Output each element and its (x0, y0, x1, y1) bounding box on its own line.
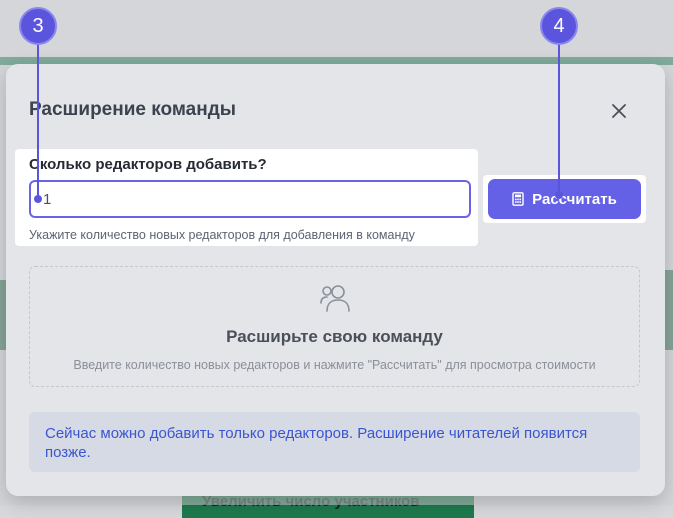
empty-state: Расширьте свою команду Введите количеств… (29, 266, 640, 387)
empty-state-subtitle: Введите количество новых редакторов и на… (73, 358, 596, 372)
calculate-button[interactable]: Рассчитать (488, 179, 641, 219)
marker-3-line (37, 44, 39, 199)
marker-3-badge: 3 (19, 7, 57, 45)
marker-3-dot (34, 195, 42, 203)
info-notice: Сейчас можно добавить только редакторов.… (29, 412, 640, 472)
modal-title: Расширение команды (29, 99, 236, 120)
calculator-icon (512, 192, 524, 206)
users-icon (320, 285, 350, 312)
close-icon (612, 104, 626, 118)
calculate-button-wrapper: Рассчитать (483, 175, 646, 223)
marker-4-dot (555, 191, 563, 199)
editors-count-label: Сколько редакторов добавить? (29, 156, 267, 173)
team-expansion-modal: Расширение команды Сколько редакторов до… (6, 64, 665, 496)
marker-4-label: 4 (553, 15, 565, 37)
editors-count-input[interactable] (29, 180, 471, 218)
marker-4-badge: 4 (540, 7, 578, 45)
info-notice-text: Сейчас можно добавить только редакторов.… (45, 425, 588, 461)
close-button[interactable] (606, 98, 632, 124)
marker-3-label: 3 (32, 15, 44, 37)
empty-state-title: Расширьте свою команду (226, 327, 443, 346)
calculate-button-label: Рассчитать (532, 190, 617, 208)
editors-field-group: Сколько редакторов добавить? Укажите кол… (15, 149, 478, 246)
marker-4-line (558, 44, 560, 194)
editors-count-hint: Укажите количество новых редакторов для … (29, 228, 415, 242)
